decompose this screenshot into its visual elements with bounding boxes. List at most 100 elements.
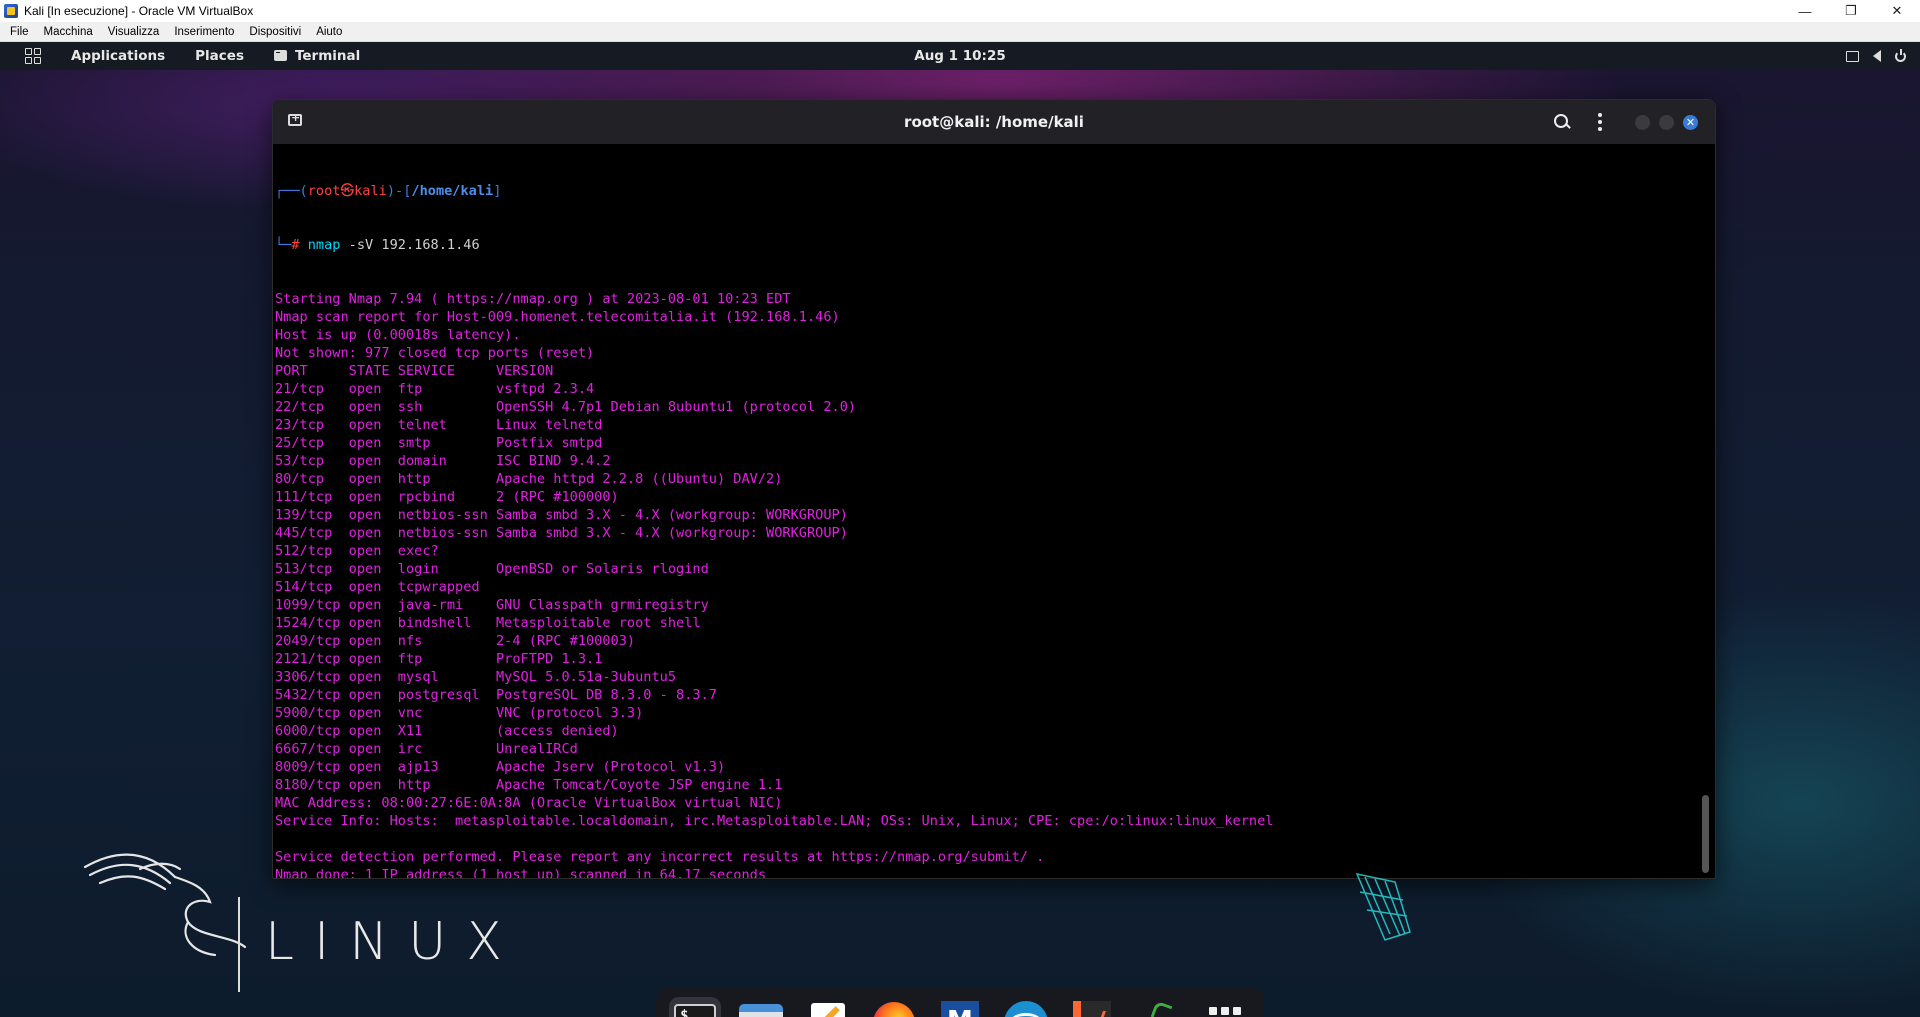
dock-burpsuite[interactable]: [1066, 997, 1118, 1017]
scrollbar-thumb[interactable]: [1702, 795, 1709, 873]
output-line: Service Info: Hosts: metasploitable.loca…: [275, 813, 1274, 829]
output-line: 514/tcp open tcpwrapped: [275, 579, 480, 595]
output-line: 80/tcp open http Apache httpd 2.2.8 ((Ub…: [275, 471, 783, 487]
dock-files[interactable]: [735, 997, 787, 1017]
output-line: 445/tcp open netbios-ssn Samba smbd 3.X …: [275, 525, 848, 541]
output-line: 512/tcp open exec?: [275, 543, 439, 559]
terminal-window[interactable]: root@kali: /home/kali ✕ ┌──(root㉿kali)-[…: [272, 99, 1716, 879]
menu-dispositivi[interactable]: Dispositivi: [239, 26, 306, 38]
top-panel: Applications Places Terminal Aug 1 10:25: [0, 42, 1920, 70]
firefox-icon: [872, 1002, 915, 1017]
menu-macchina[interactable]: Macchina: [34, 26, 98, 38]
activities-grid-icon[interactable]: [25, 48, 41, 64]
show-apps-grid-icon: [1208, 1007, 1241, 1017]
cherrytree-icon: [1137, 1000, 1181, 1017]
output-line: 8180/tcp open http Apache Tomcat/Coyote …: [275, 777, 783, 793]
virtualbox-menu-bar: File Macchina Visualizza Inserimento Dis…: [0, 22, 1920, 42]
output-line: Starting Nmap 7.94 ( https://nmap.org ) …: [275, 291, 791, 307]
prompt-line-top: ┌──(root㉿kali)-[/home/kali]: [275, 183, 502, 199]
output-line: 2121/tcp open ftp ProFTPD 1.3.1: [275, 651, 603, 667]
output-line: MAC Address: 08:00:27:6E:0A:8A (Oracle V…: [275, 795, 783, 811]
host-window-controls: — ❐ ✕: [1782, 0, 1920, 22]
output-line: 111/tcp open rpcbind 2 (RPC #100000): [275, 489, 619, 505]
dock-wireshark[interactable]: [1000, 997, 1052, 1017]
output-line: 8009/tcp open ajp13 Apache Jserv (Protoc…: [275, 759, 726, 775]
menu-visualizza[interactable]: Visualizza: [98, 26, 165, 38]
terminal-icon: [273, 50, 287, 61]
mesh-decoration: [1355, 872, 1411, 941]
output-line: Service detection performed. Please repo…: [275, 849, 1045, 865]
power-icon[interactable]: [1895, 48, 1906, 62]
applications-menu[interactable]: Applications: [71, 48, 165, 64]
linux-wordmark: LINUX: [265, 912, 522, 972]
menu-aiuto[interactable]: Aiuto: [306, 26, 347, 38]
dock-terminal[interactable]: $_: [669, 997, 722, 1017]
logo-divider: [238, 897, 240, 992]
menu-file[interactable]: File: [0, 26, 34, 38]
restore-button[interactable]: ❐: [1828, 0, 1874, 22]
host-window-title: Kali [In esecuzione] - Oracle VM Virtual…: [24, 4, 254, 18]
command-line: └─# nmap -sV 192.168.1.46: [275, 237, 480, 253]
output-line: 5900/tcp open vnc VNC (protocol 3.3): [275, 705, 644, 721]
close-window-button[interactable]: ✕: [1683, 115, 1698, 130]
command-name: nmap: [307, 237, 341, 253]
nmap-output: Starting Nmap 7.94 ( https://nmap.org ) …: [275, 290, 1697, 879]
terminal-output[interactable]: ┌──(root㉿kali)-[/home/kali] └─# nmap -sV…: [275, 144, 1697, 879]
output-line: Nmap done: 1 IP address (1 host up) scan…: [275, 867, 767, 879]
terminal-title: root@kali: /home/kali: [904, 113, 1084, 131]
system-tray[interactable]: [1846, 42, 1906, 70]
output-line: 3306/tcp open mysql MySQL 5.0.51a-3ubunt…: [275, 669, 677, 685]
output-line: 1099/tcp open java-rmi GNU Classpath grm…: [275, 597, 709, 613]
output-line: 6000/tcp open X11 (access denied): [275, 723, 619, 739]
wireshark-icon: [1004, 1001, 1049, 1017]
places-menu[interactable]: Places: [195, 48, 244, 64]
files-app-icon: [739, 1004, 784, 1017]
search-icon[interactable]: [1554, 114, 1568, 128]
output-line: PORT STATE SERVICE VERSION: [275, 363, 554, 379]
virtualbox-icon: [4, 4, 18, 18]
dock-cherrytree[interactable]: [1133, 997, 1185, 1017]
volume-icon[interactable]: [1873, 50, 1881, 62]
host-title-bar: Kali [In esecuzione] - Oracle VM Virtual…: [0, 0, 1920, 22]
output-line: 513/tcp open login OpenBSD or Solaris rl…: [275, 561, 709, 577]
dock-show-apps[interactable]: [1199, 997, 1251, 1017]
menu-inserimento[interactable]: Inserimento: [164, 26, 239, 38]
dock-metasploit[interactable]: M: [934, 997, 986, 1017]
output-line: 6667/tcp open irc UnrealIRCd: [275, 741, 578, 757]
output-line: 53/tcp open domain ISC BIND 9.4.2: [275, 453, 611, 469]
scrollbar[interactable]: [1701, 144, 1709, 878]
minimize-button[interactable]: —: [1782, 0, 1828, 22]
output-line: 5432/tcp open postgresql PostgreSQL DB 8…: [275, 687, 717, 703]
maximize-window-button[interactable]: [1659, 115, 1674, 130]
output-line: 21/tcp open ftp vsftpd 2.3.4: [275, 381, 595, 397]
output-line: 23/tcp open telnet Linux telnetd: [275, 417, 603, 433]
output-line: 25/tcp open smtp Postfix smtpd: [275, 435, 603, 451]
metasploit-icon: M: [940, 1001, 979, 1017]
active-app-menu[interactable]: Terminal: [273, 48, 361, 64]
text-editor-icon: [810, 1003, 845, 1017]
minimize-window-button[interactable]: [1635, 115, 1650, 130]
output-line: 2049/tcp open nfs 2-4 (RPC #100003): [275, 633, 636, 649]
terminal-header-bar[interactable]: root@kali: /home/kali ✕: [273, 100, 1715, 144]
output-line: Host is up (0.00018s latency).: [275, 327, 521, 343]
dock-firefox[interactable]: [868, 997, 920, 1017]
burpsuite-icon: [1073, 1001, 1112, 1017]
screen-icon[interactable]: [1846, 50, 1859, 62]
dock: $_ M: [656, 987, 1264, 1017]
clock[interactable]: Aug 1 10:25: [914, 48, 1006, 64]
terminal-app-icon: $_: [674, 1004, 717, 1017]
kebab-menu-icon[interactable]: [1598, 113, 1602, 131]
output-line: 1524/tcp open bindshell Metasploitable r…: [275, 615, 701, 631]
guest-desktop: Applications Places Terminal Aug 1 10:25…: [0, 42, 1920, 1017]
output-line: 139/tcp open netbios-ssn Samba smbd 3.X …: [275, 507, 848, 523]
output-line: 22/tcp open ssh OpenSSH 4.7p1 Debian 8ub…: [275, 399, 857, 415]
active-app-label: Terminal: [294, 48, 361, 64]
dock-text-editor[interactable]: [802, 997, 854, 1017]
output-line: Not shown: 977 closed tcp ports (reset): [275, 345, 595, 361]
command-args: -sV 192.168.1.46: [340, 237, 480, 253]
prompt-path: /home/kali: [411, 183, 494, 199]
prompt-user: root㉿kali: [307, 183, 387, 199]
close-button[interactable]: ✕: [1874, 0, 1920, 22]
output-line: Nmap scan report for Host-009.homenet.te…: [275, 309, 840, 325]
